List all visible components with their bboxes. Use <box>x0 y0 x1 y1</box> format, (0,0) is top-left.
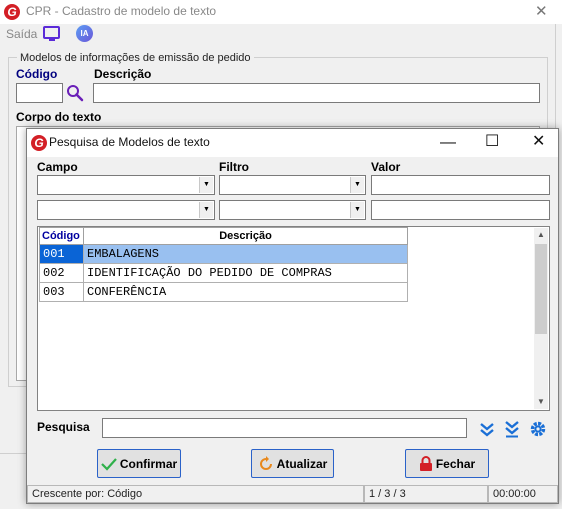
scroll-down-icon[interactable]: ▼ <box>534 395 548 409</box>
campo-select-1[interactable]: ▼ <box>37 175 215 195</box>
dialog-titlebar: G Pesquisa de Modelos de texto — ☐ ✕ <box>27 129 558 157</box>
table-row[interactable]: 003 CONFERÊNCIA <box>39 282 408 302</box>
pesquisa-input[interactable] <box>102 418 467 438</box>
fechar-button[interactable]: Fechar <box>405 449 489 478</box>
table-row[interactable]: 001 EMBALAGENS <box>39 244 408 264</box>
atualizar-label: Atualizar <box>276 456 328 471</box>
chevron-down-icon[interactable] <box>478 420 496 438</box>
app-logo-icon: G <box>4 4 20 20</box>
pesquisa-label: Pesquisa <box>37 420 90 434</box>
table-row[interactable]: 002 IDENTIFICAÇÃO DO PEDIDO DE COMPRAS <box>39 263 408 283</box>
monitor-icon[interactable] <box>43 26 60 41</box>
filtro-select-1[interactable]: ▼ <box>219 175 366 195</box>
ia-icon[interactable]: IA <box>76 25 93 42</box>
scrollbar-thumb[interactable] <box>535 244 547 334</box>
status-contador: 1 / 3 / 3 <box>364 485 488 503</box>
dialog-logo-icon: G <box>31 135 47 151</box>
chevron-down-icon[interactable]: ▼ <box>350 177 364 193</box>
chevron-down-icon[interactable]: ▼ <box>350 202 364 218</box>
dialog-title: Pesquisa de Modelos de texto <box>49 135 210 149</box>
row-descricao[interactable]: CONFERÊNCIA <box>83 282 408 302</box>
dialog-close-icon[interactable]: ✕ <box>532 134 545 150</box>
fechar-label: Fechar <box>435 456 476 471</box>
status-ordem: Crescente por: Código <box>27 485 364 503</box>
main-menubar: Saída IA <box>0 24 562 44</box>
descricao-label: Descrição <box>94 67 152 81</box>
lock-icon <box>419 455 432 471</box>
confirmar-button[interactable]: Confirmar <box>97 449 181 478</box>
codigo-field[interactable] <box>16 83 63 103</box>
refresh-icon <box>259 455 272 470</box>
atualizar-button[interactable]: Atualizar <box>251 449 334 478</box>
row-codigo[interactable]: 001 <box>39 244 84 264</box>
search-dialog: G Pesquisa de Modelos de texto — ☐ ✕ Cam… <box>26 128 559 504</box>
confirmar-label: Confirmar <box>119 456 178 471</box>
descricao-field[interactable] <box>93 83 540 103</box>
menu-saida[interactable]: Saída <box>6 27 37 41</box>
main-titlebar: G CPR - Cadastro de modelo de texto ✕ <box>0 0 562 24</box>
codigo-label: Código <box>16 67 58 81</box>
results-table: Código Descrição 001 EMBALAGENS 002 IDEN… <box>39 227 408 302</box>
table-header-row: Código Descrição <box>39 227 408 245</box>
search-icon[interactable] <box>66 84 84 102</box>
valor-field-2[interactable] <box>371 200 550 220</box>
gear-icon[interactable] <box>529 420 547 438</box>
double-chevron-down-icon[interactable] <box>503 420 521 438</box>
row-codigo[interactable]: 002 <box>39 263 84 283</box>
valor-header: Valor <box>371 160 401 174</box>
grid-scrollbar[interactable]: ▲ ▼ <box>534 228 548 409</box>
minimize-icon[interactable]: — <box>440 135 456 151</box>
results-grid[interactable]: Código Descrição 001 EMBALAGENS 002 IDEN… <box>37 226 550 411</box>
chevron-down-icon[interactable]: ▼ <box>199 177 213 193</box>
campo-header: Campo <box>37 160 78 174</box>
main-window-title: CPR - Cadastro de modelo de texto <box>26 4 217 18</box>
row-descricao[interactable]: IDENTIFICAÇÃO DO PEDIDO DE COMPRAS <box>83 263 408 283</box>
valor-field-1[interactable] <box>371 175 550 195</box>
campo-select-2[interactable]: ▼ <box>37 200 215 220</box>
check-icon <box>101 457 117 471</box>
status-tempo: 00:00:00 <box>488 485 558 503</box>
status-bar: Crescente por: Código 1 / 3 / 3 00:00:00 <box>27 485 558 503</box>
row-codigo[interactable]: 003 <box>39 282 84 302</box>
chevron-down-icon[interactable]: ▼ <box>199 202 213 218</box>
row-descricao[interactable]: EMBALAGENS <box>83 244 408 264</box>
corpo-texto-label: Corpo do texto <box>16 110 102 124</box>
column-header-descricao[interactable]: Descrição <box>83 227 408 245</box>
maximize-icon[interactable]: ☐ <box>485 134 499 150</box>
main-bottom-border <box>0 453 26 454</box>
filtro-header: Filtro <box>219 160 249 174</box>
main-close-icon[interactable]: ✕ <box>535 4 548 19</box>
scroll-up-icon[interactable]: ▲ <box>534 228 548 242</box>
group-title: Modelos de informações de emissão de ped… <box>17 52 254 64</box>
filtro-select-2[interactable]: ▼ <box>219 200 366 220</box>
column-header-codigo[interactable]: Código <box>39 227 84 245</box>
